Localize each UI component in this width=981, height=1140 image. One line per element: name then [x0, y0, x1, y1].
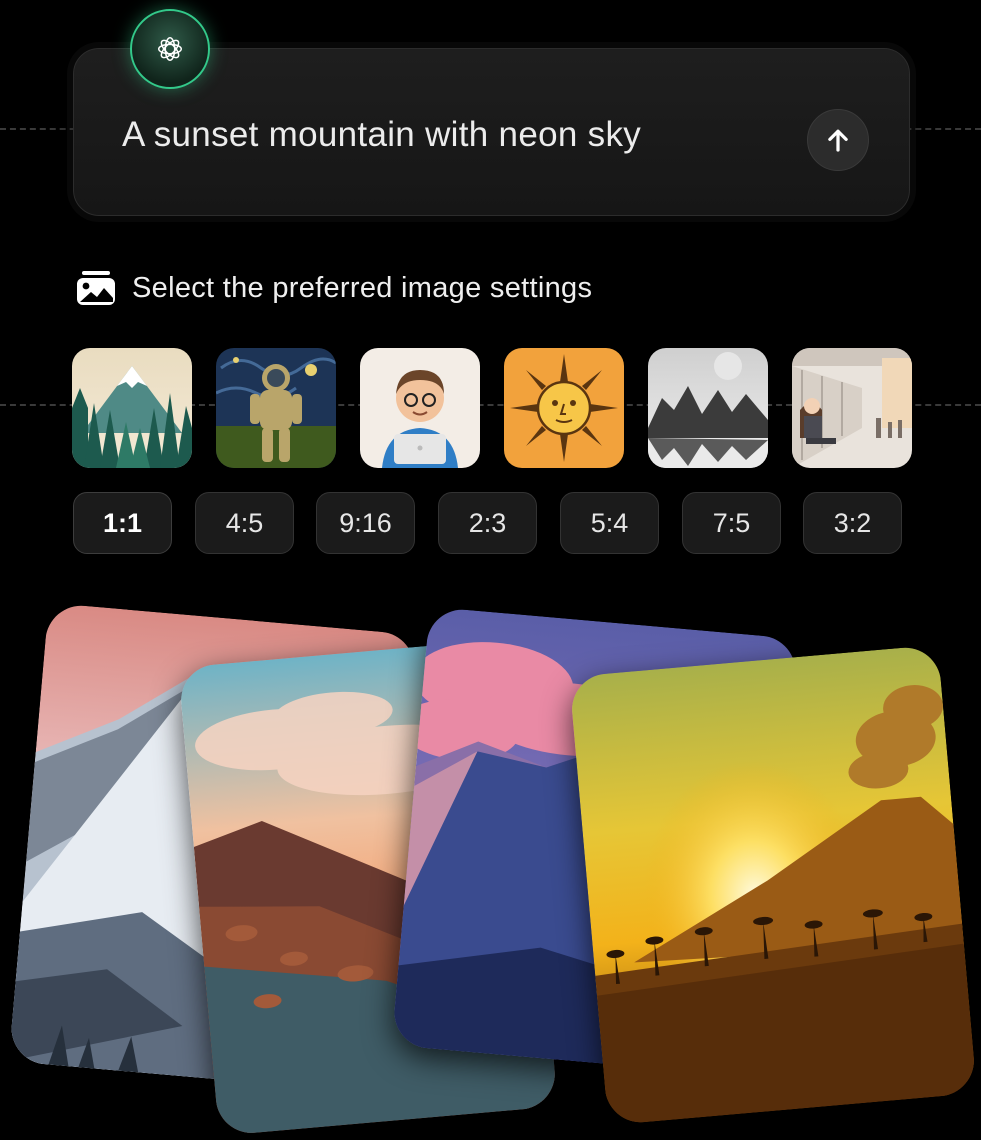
ratio-button-2-3[interactable]: 2:3	[438, 492, 537, 554]
style-thumbnail-astronaut-painting[interactable]	[216, 348, 336, 468]
send-button[interactable]	[807, 109, 869, 171]
ratio-button-3-2[interactable]: 3:2	[803, 492, 902, 554]
ratio-button-7-5[interactable]: 7:5	[682, 492, 781, 554]
ratio-button-9-16[interactable]: 9:16	[316, 492, 415, 554]
arrow-up-icon	[828, 129, 848, 152]
settings-heading: Select the preferred image settings	[76, 270, 592, 306]
flower-logo-icon	[130, 9, 210, 89]
style-thumbnail-monochrome-mountains[interactable]	[648, 348, 768, 468]
settings-heading-text: Select the preferred image settings	[132, 271, 593, 304]
result-image-volcano-golden-sunset[interactable]	[569, 644, 977, 1126]
style-thumbnail-forest-mountain[interactable]	[72, 348, 192, 468]
ratio-button-5-4[interactable]: 5:4	[560, 492, 659, 554]
image-stack-icon	[77, 271, 115, 305]
style-thumbnail-cartoon-boy-laptop[interactable]	[360, 348, 480, 468]
style-thumbnail-sun-illustration[interactable]	[504, 348, 624, 468]
style-thumbnail-anime-train-station[interactable]	[792, 348, 912, 468]
ratio-button-1-1[interactable]: 1:1	[73, 492, 172, 554]
ratio-button-4-5[interactable]: 4:5	[195, 492, 294, 554]
prompt-text[interactable]: A sunset mountain with neon sky	[122, 115, 641, 155]
